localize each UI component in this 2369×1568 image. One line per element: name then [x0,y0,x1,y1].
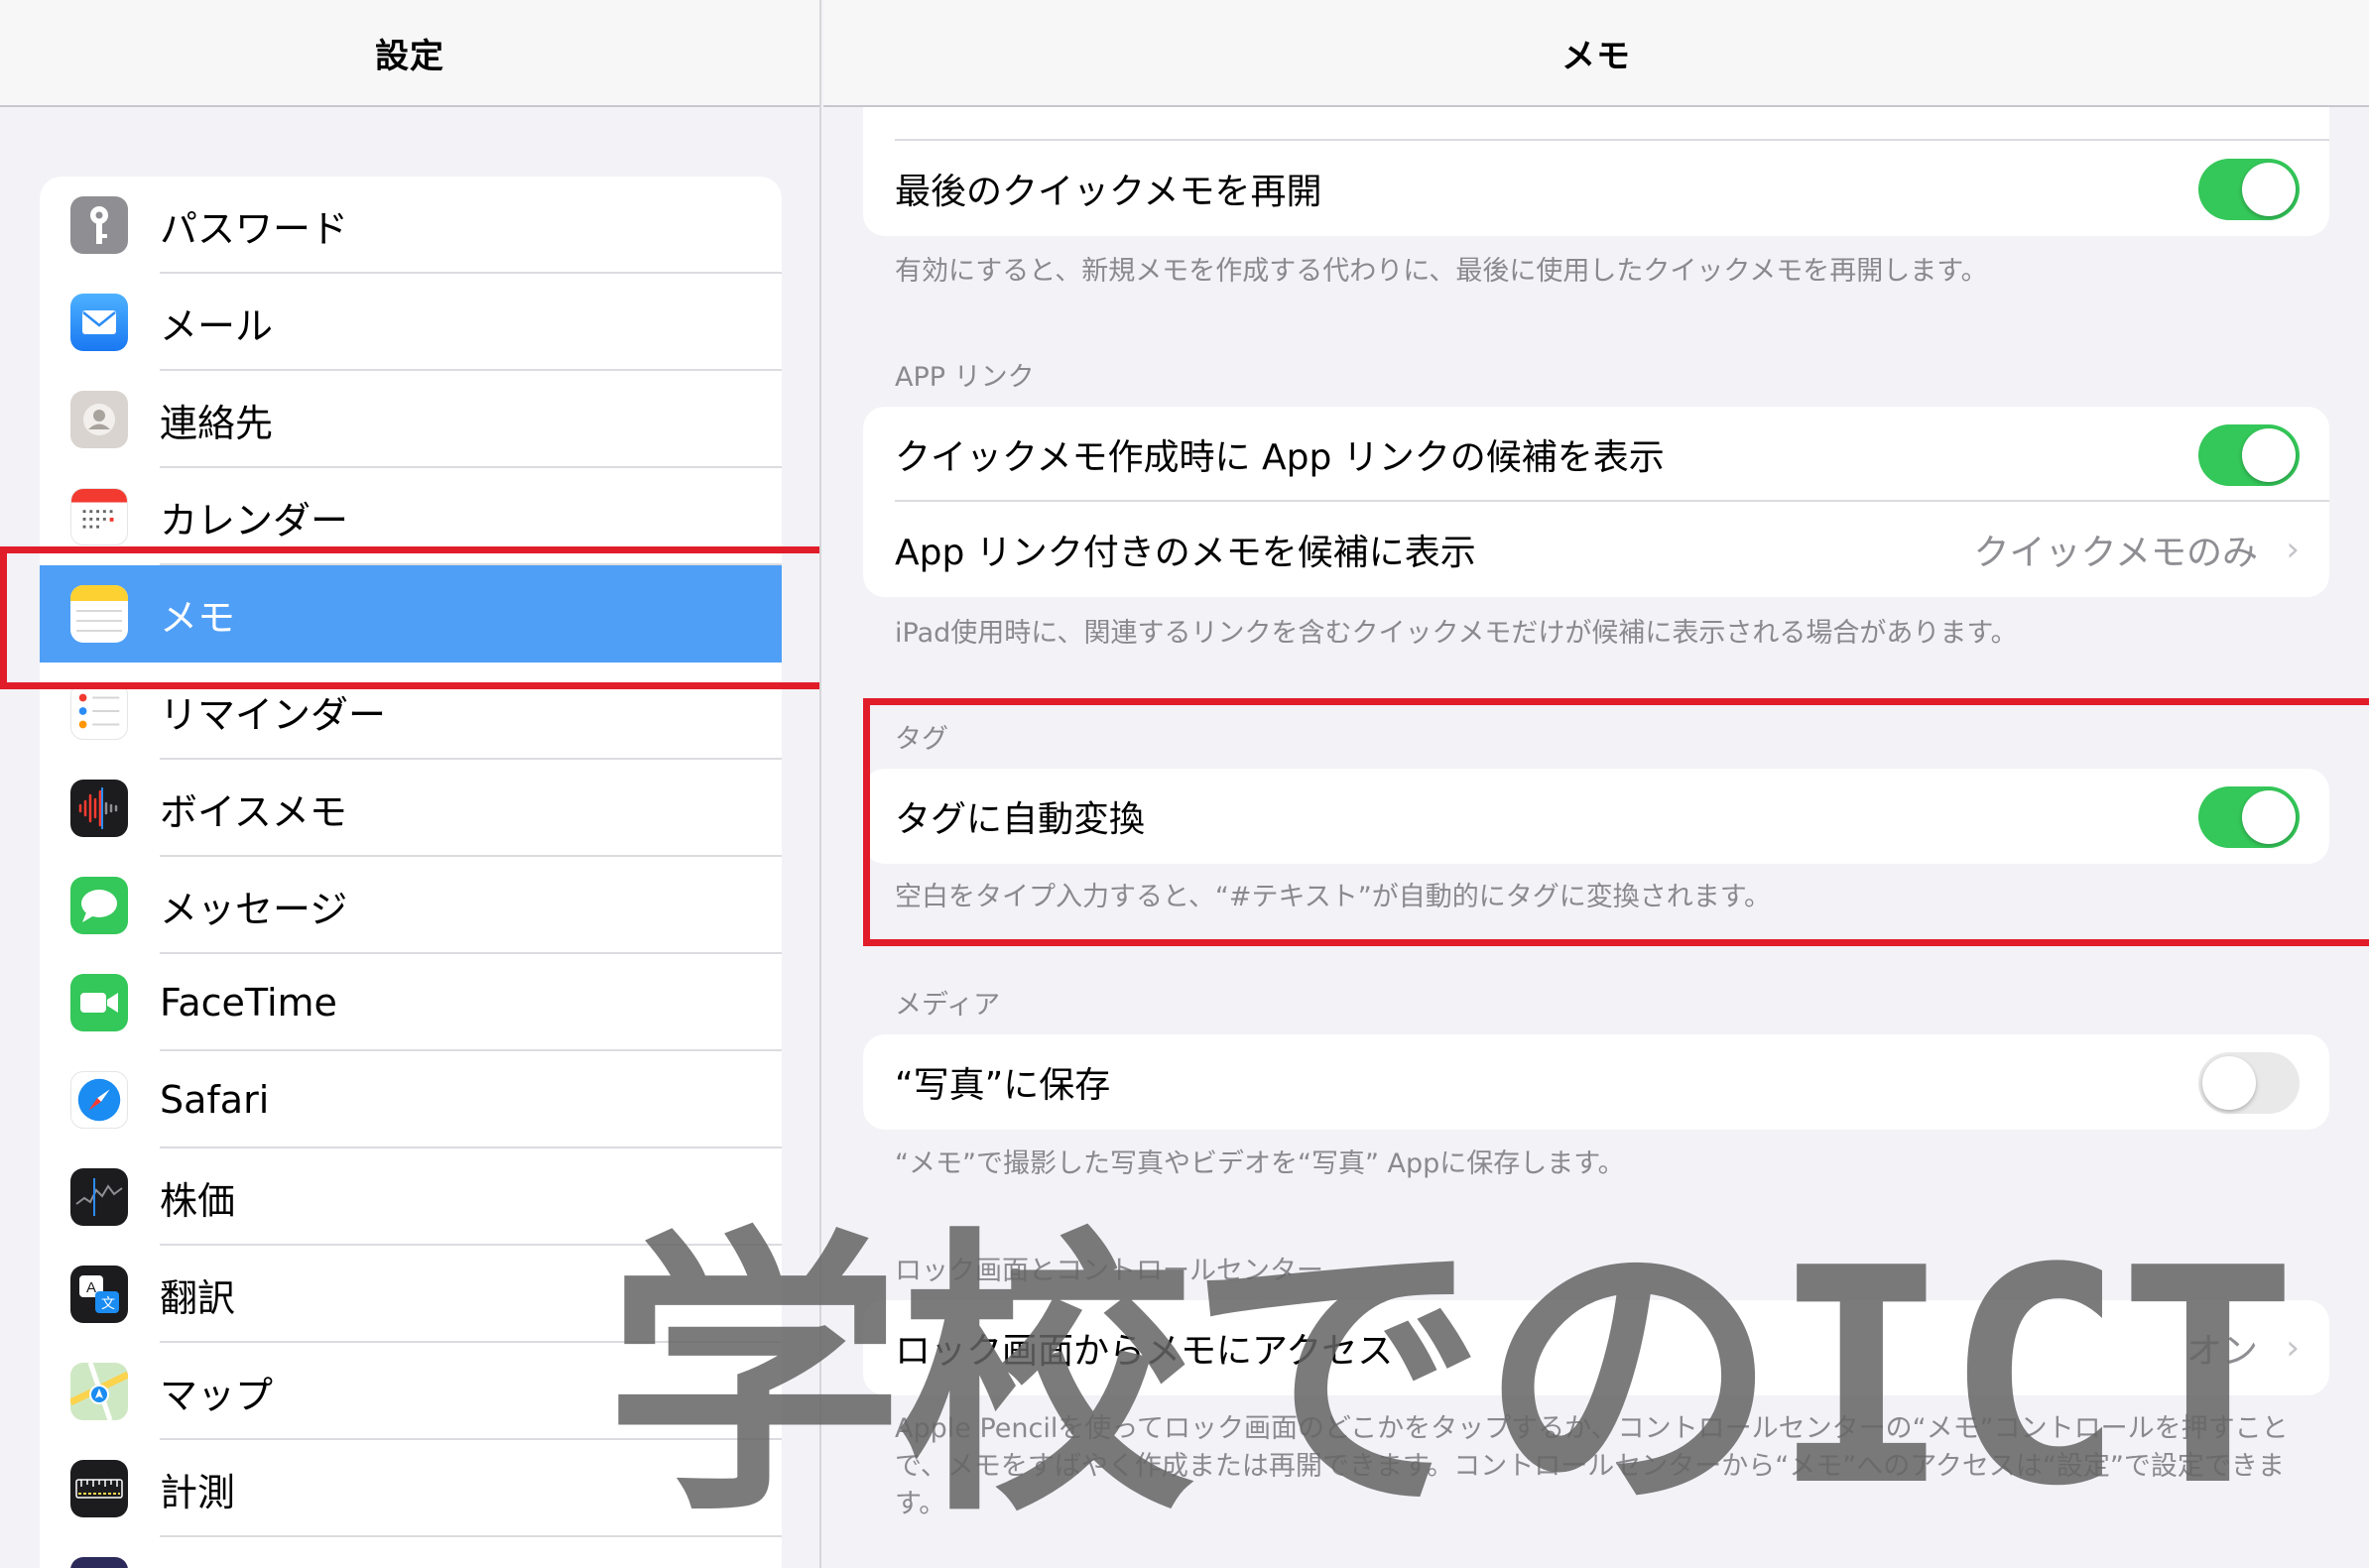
sidebar-item-label: マップ [160,1343,782,1440]
auto-convert-tags-cell[interactable]: タグに自動変換 [863,769,2329,864]
toggle-knob [2242,790,2296,844]
maps-icon [70,1363,128,1420]
chevron-right-icon: › [2286,530,2300,569]
facetime-icon [70,974,128,1031]
mail-icon [70,294,128,351]
sidebar-item-label: リマインダー [160,663,782,760]
sidebar-item-voice-memos[interactable]: ボイスメモ [40,760,782,857]
sidebar-item-facetime[interactable]: FaceTime [40,954,782,1051]
tags-group: タグに自動変換 [863,769,2329,864]
detail-title: メモ [1561,36,1631,76]
sidebar-item-mail[interactable]: メール [40,274,782,371]
sidebar-nav-bar: 設定 [0,0,819,107]
sidebar-item-label: FaceTime [160,954,782,1051]
suggest-app-links-toggle[interactable] [2198,424,2300,486]
app-links-header: APP リンク [895,362,1035,393]
sidebar-item-safari[interactable]: Safari [40,1051,782,1148]
sidebar-item-label: 株価 [160,1148,782,1246]
lock-screen-access-value: オン [2185,1331,2258,1372]
svg-text:A: A [86,1279,96,1296]
lock-screen-group: ロック画面からメモにアクセス オン › [863,1300,2329,1395]
sidebar-title: 設定 [375,36,444,76]
resume-quick-note-toggle[interactable] [2198,159,2300,220]
svg-text:文: 文 [101,1296,115,1312]
key-icon [70,196,128,254]
show-app-link-notes-value: クイックメモのみ [1973,533,2258,573]
toggle-knob [2242,163,2296,216]
chevron-right-icon: › [2286,1328,2300,1368]
calendar-icon [70,488,128,545]
auto-convert-tags-toggle[interactable] [2198,786,2300,848]
lock-screen-header: ロック画面とコントロールセンター [895,1256,1323,1286]
sidebar-item-label: メール [160,274,782,371]
tags-footer: 空白をタイプ入力すると、“#テキスト”が自動的にタグに変換されます。 [895,882,1772,912]
reminders-icon [70,682,128,740]
app-links-group: クイックメモ作成時に App リンクの候補を表示 App リンク付きのメモを候補… [863,407,2329,597]
app-links-footer: iPad使用時に、関連するリンクを含むクイックメモだけが候補に表示される場合があ… [895,618,2018,649]
notes-icon [70,585,128,643]
resume-quick-note-cell[interactable]: 最後のクイックメモを再開 [863,141,2329,236]
sidebar-item-label: パスワード [160,177,782,274]
sidebar-item-next[interactable] [40,1537,782,1568]
messages-icon [70,877,128,934]
sidebar-item-messages[interactable]: メッセージ [40,857,782,954]
settings-list: パスワード メール 連絡先 カレンダー メモ リマインダー ボイスメモ メッセー… [40,177,782,1568]
suggest-app-links-cell[interactable]: クイックメモ作成時に App リンクの候補を表示 [863,407,2329,502]
notes-settings-pane: 最後のクイックメモを再開 有効にすると、新規メモを作成する代わりに、最後に使用し… [823,0,2369,1568]
sidebar-item-reminders[interactable]: リマインダー [40,663,782,760]
measure-icon [70,1460,128,1517]
media-header: メディア [895,990,1001,1021]
save-to-photos-toggle[interactable] [2198,1052,2300,1114]
sidebar-item-label: ボイスメモ [160,760,782,857]
settings-sidebar: 設定 パスワード メール 連絡先 カレンダー メモ リマインダー ボイスメモ メ… [0,0,821,1568]
sidebar-item-notes[interactable]: メモ [40,565,782,663]
auto-convert-tags-label: タグに自動変換 [895,799,1146,840]
suggest-app-links-label: クイックメモ作成時に App リンクの候補を表示 [895,437,1665,478]
lock-screen-access-label: ロック画面からメモにアクセス [895,1331,1394,1372]
sidebar-item-stocks[interactable]: 株価 [40,1148,782,1246]
media-group: “写真”に保存 [863,1034,2329,1130]
sidebar-item-label: メモ [160,595,236,640]
sidebar-item-label: 翻訳 [160,1246,782,1343]
translate-icon: A文 [70,1266,128,1323]
lock-screen-access-cell[interactable]: ロック画面からメモにアクセス オン › [863,1300,2329,1395]
contacts-icon [70,391,128,448]
sidebar-item-calendar[interactable]: カレンダー [40,468,782,565]
sidebar-item-contacts[interactable]: 連絡先 [40,371,782,468]
save-to-photos-cell[interactable]: “写真”に保存 [863,1034,2329,1130]
app-icon [70,1557,128,1568]
resume-quick-note-label: 最後のクイックメモを再開 [895,172,1322,212]
show-app-link-notes-cell[interactable]: App リンク付きのメモを候補に表示 クイックメモのみ › [863,502,2329,597]
stocks-icon [70,1168,128,1226]
safari-icon [70,1071,128,1129]
lock-screen-footer: Apple Pencilを使ってロック画面のどこかをタップするか、コントロールセ… [895,1413,2289,1519]
voice-memos-icon [70,780,128,837]
sidebar-item-label: カレンダー [160,468,782,565]
sidebar-item-label: 連絡先 [160,371,782,468]
sidebar-item-label: Safari [160,1051,782,1148]
tags-header: タグ [895,724,948,755]
sidebar-item-label: メッセージ [160,857,782,954]
sidebar-item-translate[interactable]: A文 翻訳 [40,1246,782,1343]
sidebar-item-maps[interactable]: マップ [40,1343,782,1440]
sidebar-item-label: 計測 [160,1440,782,1537]
sidebar-item-measure[interactable]: 計測 [40,1440,782,1537]
media-footer: “メモ”で撮影した写真やビデオを“写真” Appに保存します。 [895,1148,1625,1179]
toggle-knob [2202,1056,2256,1110]
toggle-knob [2242,428,2296,482]
detail-nav-bar: メモ [823,0,2369,107]
resume-quick-note-footer: 有効にすると、新規メモを作成する代わりに、最後に使用したクイックメモを再開します… [895,256,1988,287]
sidebar-item-passwords[interactable]: パスワード [40,177,782,274]
show-app-link-notes-label: App リンク付きのメモを候補に表示 [895,533,1476,573]
save-to-photos-label: “写真”に保存 [895,1065,1111,1106]
